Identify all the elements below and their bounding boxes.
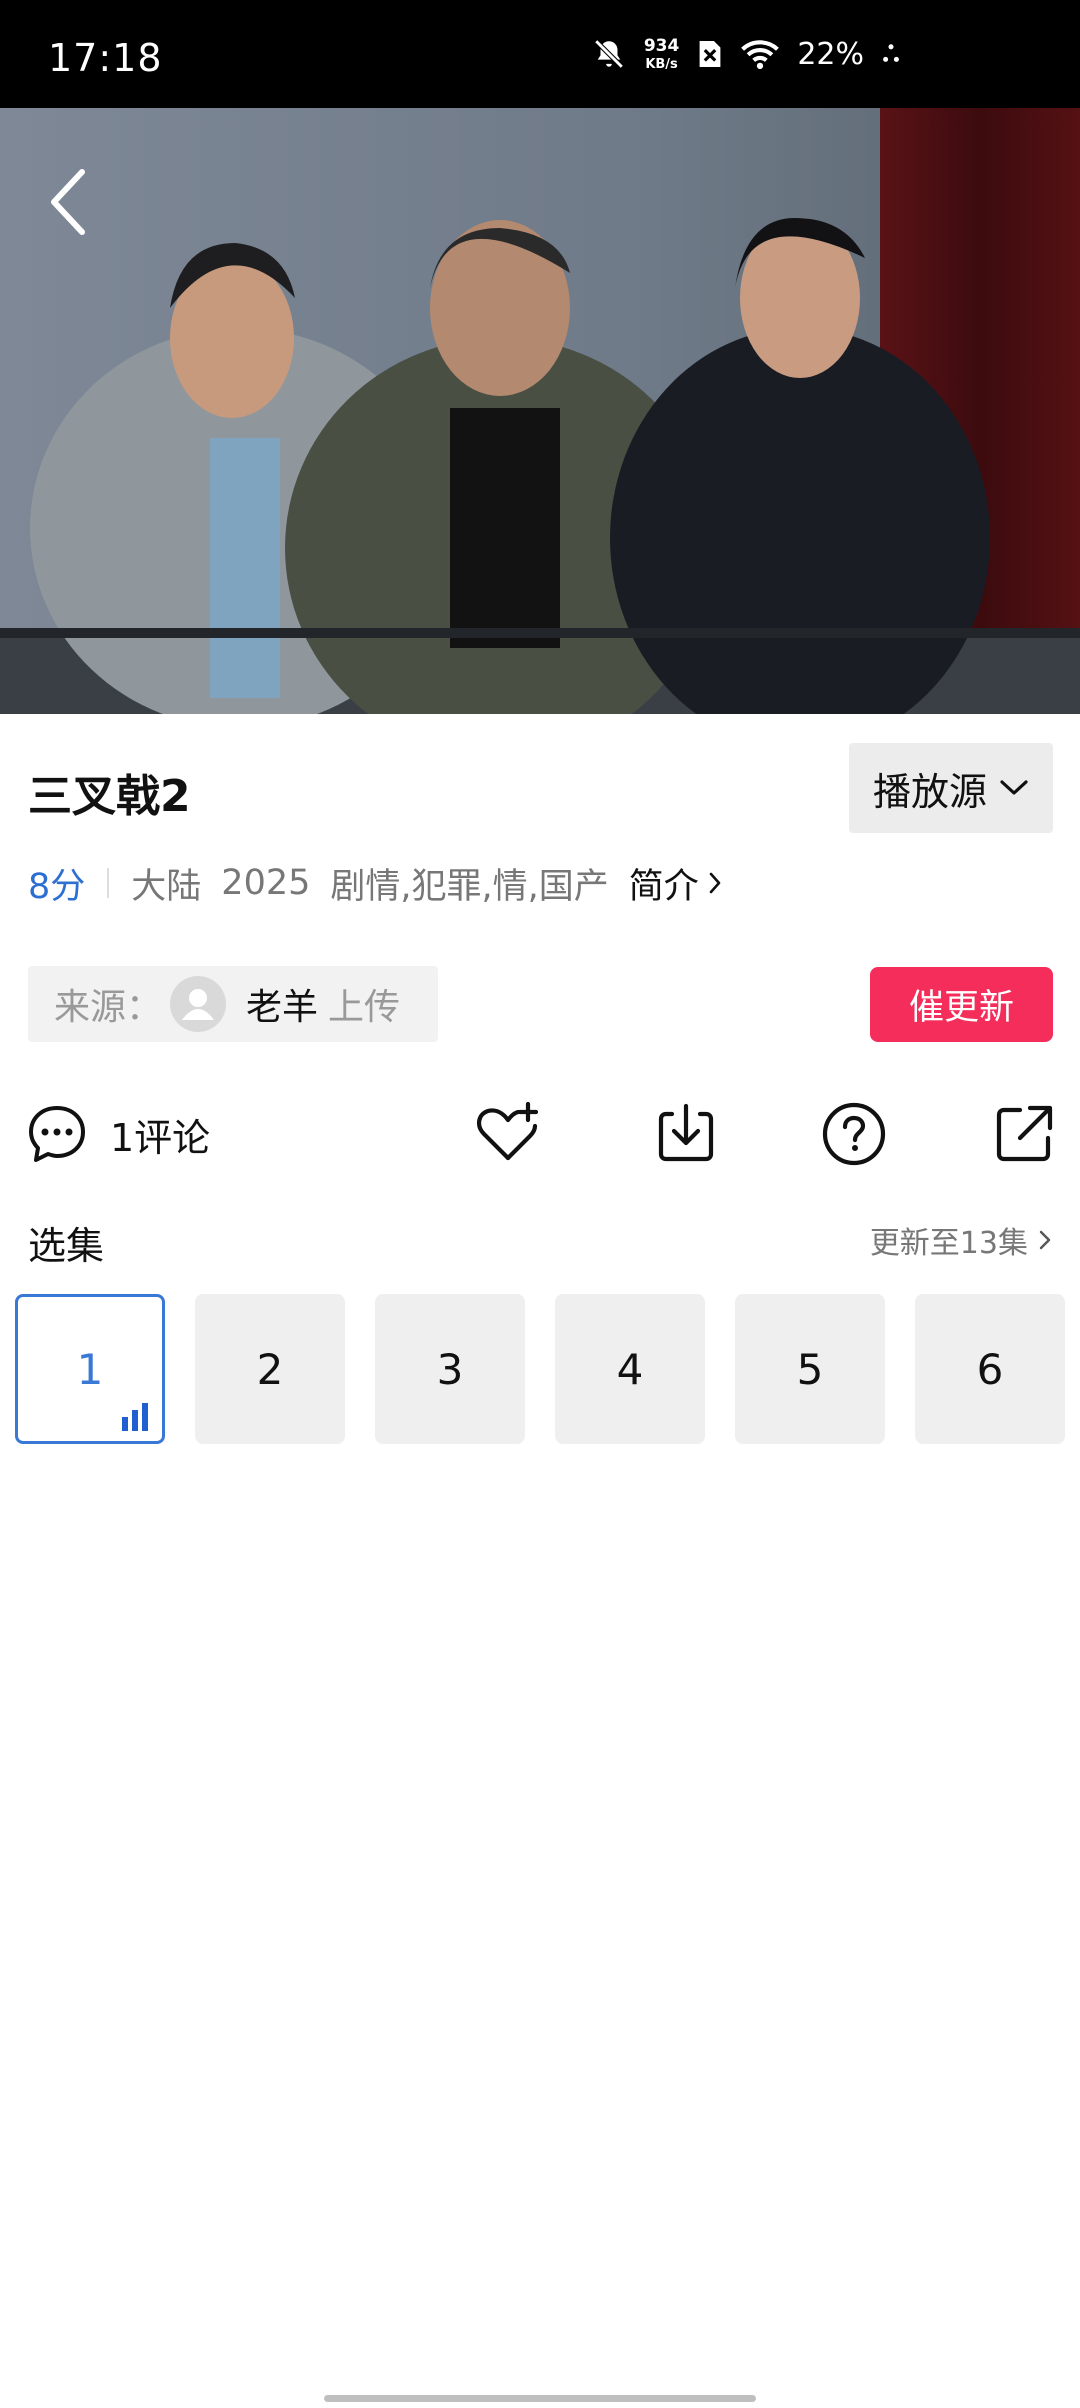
meta-row: 8分 大陆 2025 剧情,犯罪,情,国产 简介 <box>28 858 723 908</box>
chevron-right-icon <box>1039 1230 1051 1250</box>
episode-button[interactable]: 2 <box>195 1294 345 1444</box>
avatar <box>170 976 227 1032</box>
episode-list: 1 2 3 4 5 6 <box>15 1294 1065 1444</box>
score: 8分 <box>28 866 86 907</box>
net-speed: 934 KB/s <box>643 35 680 72</box>
show-title: 三叉戟2 <box>28 771 191 822</box>
chevron-left-icon <box>51 169 85 235</box>
uploader-suffix: 上传 <box>328 987 401 1028</box>
status-time: 17:18 <box>48 36 163 80</box>
episodes-update-text: 更新至13集 <box>869 1226 1028 1261</box>
playing-bars-icon <box>122 1403 148 1431</box>
download-button[interactable] <box>652 1100 720 1168</box>
episode-number: 5 <box>796 1344 824 1394</box>
urge-update-button[interactable]: 催更新 <box>870 967 1053 1042</box>
action-row: 1评论 <box>0 1096 1080 1172</box>
status-bar: 17:18 934 KB/s 22% <box>0 0 1080 108</box>
episode-number: 1 <box>76 1344 104 1394</box>
battery-level: 22% <box>797 36 864 72</box>
favorite-button[interactable] <box>474 1100 542 1168</box>
episode-button[interactable]: 6 <box>915 1294 1065 1444</box>
episode-number: 3 <box>436 1344 464 1394</box>
episode-number: 2 <box>256 1344 284 1394</box>
episodes-title: 选集 <box>28 1224 105 1268</box>
genres: 剧情,犯罪,情,国产 <box>330 866 609 907</box>
episode-button[interactable]: 5 <box>735 1294 885 1444</box>
chevron-right-icon <box>709 872 721 894</box>
comment-count: 1评论 <box>110 1115 211 1160</box>
app-root: 17:18 934 KB/s 22% 三叉戟2 播放源 8分 大陆 2025 剧… <box>0 0 1080 2408</box>
share-button[interactable] <box>990 1100 1058 1168</box>
chevron-down-icon <box>1000 780 1028 795</box>
episode-button[interactable]: 1 <box>15 1294 165 1444</box>
comment-button[interactable]: 1评论 <box>26 1096 210 1172</box>
video-frame-image <box>0 108 1080 714</box>
bell-off-icon <box>592 37 626 71</box>
episode-number: 6 <box>976 1344 1004 1394</box>
back-button[interactable] <box>40 160 104 244</box>
uploader-info[interactable]: 来源： 老羊 上传 <box>28 966 438 1042</box>
source-select-label: 播放源 <box>872 769 987 814</box>
region: 大陆 <box>131 866 202 907</box>
uploader-name: 老羊 <box>246 987 319 1028</box>
source-select[interactable]: 播放源 <box>849 743 1053 833</box>
video-player[interactable] <box>0 108 1080 714</box>
activity-dots-icon <box>882 43 900 65</box>
help-icon <box>822 1102 886 1166</box>
home-indicator[interactable] <box>324 2395 756 2402</box>
year: 2025 <box>221 863 311 903</box>
no-sim-icon <box>697 38 723 70</box>
download-icon <box>658 1103 714 1162</box>
status-icons: 934 KB/s 22% <box>592 30 900 78</box>
episode-button[interactable]: 4 <box>555 1294 705 1444</box>
divider <box>107 868 110 898</box>
comment-icon <box>29 1106 85 1162</box>
episode-number: 4 <box>616 1344 644 1394</box>
help-button[interactable] <box>820 1100 888 1168</box>
wifi-icon <box>741 38 780 70</box>
user-avatar-icon <box>182 989 215 1020</box>
share-icon <box>996 1105 1053 1162</box>
episode-button[interactable]: 3 <box>375 1294 525 1444</box>
intro-label: 简介 <box>628 866 699 907</box>
source-label: 来源： <box>54 987 163 1028</box>
episodes-update-link[interactable]: 更新至13集 <box>870 1218 1052 1262</box>
intro-link[interactable]: 简介 <box>629 858 723 909</box>
favorite-add-icon <box>477 1101 539 1161</box>
